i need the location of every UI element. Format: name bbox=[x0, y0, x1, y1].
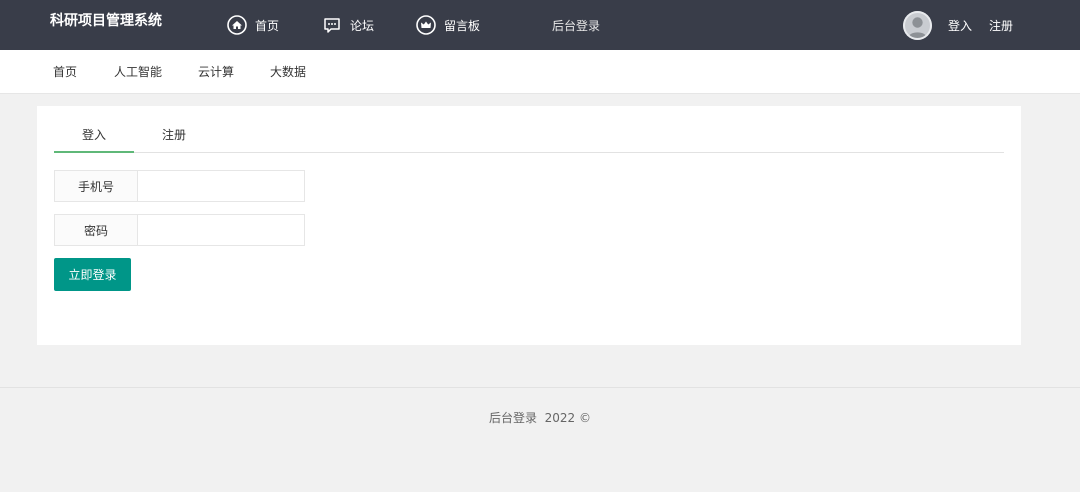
category-ai[interactable]: 人工智能 bbox=[114, 50, 162, 93]
home-icon bbox=[227, 15, 247, 35]
tab-login[interactable]: 登入 bbox=[54, 116, 134, 153]
tab-register[interactable]: 注册 bbox=[134, 116, 214, 152]
top-navbar: 科研项目管理系统 首页 论坛 留言板 后台登录 登入 注册 bbox=[0, 0, 1080, 50]
footer-text: 后台登录 2022 © bbox=[489, 411, 591, 425]
nav-message-board-label: 留言板 bbox=[444, 18, 481, 33]
nav-admin-login[interactable]: 后台登录 bbox=[552, 0, 600, 50]
category-cloud[interactable]: 云计算 bbox=[198, 50, 234, 93]
nav-message-board[interactable]: 留言板 bbox=[416, 0, 480, 50]
password-row: 密码 bbox=[54, 214, 305, 246]
brand-title: 科研项目管理系统 bbox=[50, 13, 162, 29]
phone-input[interactable] bbox=[138, 171, 304, 201]
tab-register-label: 注册 bbox=[161, 127, 186, 142]
category-nav: 首页 人工智能 云计算 大数据 bbox=[0, 50, 1080, 94]
phone-row: 手机号 bbox=[54, 170, 305, 202]
tab-login-label: 登入 bbox=[81, 127, 106, 142]
auth-tabs: 登入 注册 bbox=[54, 116, 1004, 153]
phone-label: 手机号 bbox=[55, 171, 138, 201]
password-label: 密码 bbox=[55, 215, 138, 245]
nav-forum-label: 论坛 bbox=[350, 18, 375, 33]
login-submit-button[interactable]: 立即登录 bbox=[54, 258, 131, 291]
nav-forum[interactable]: 论坛 bbox=[322, 0, 374, 50]
chat-icon bbox=[322, 15, 342, 35]
nav-home-label: 首页 bbox=[255, 18, 280, 33]
avatar-icon[interactable] bbox=[903, 11, 932, 40]
category-home[interactable]: 首页 bbox=[53, 50, 77, 93]
password-input[interactable] bbox=[138, 215, 304, 245]
login-card: 登入 注册 手机号 密码 立即登录 bbox=[37, 106, 1021, 345]
footer-divider bbox=[0, 387, 1080, 388]
crown-icon bbox=[416, 15, 436, 35]
user-login-link[interactable]: 登入 bbox=[948, 0, 972, 50]
nav-home[interactable]: 首页 bbox=[227, 0, 279, 50]
user-register-link[interactable]: 注册 bbox=[989, 0, 1013, 50]
category-bigdata[interactable]: 大数据 bbox=[270, 50, 306, 93]
active-tab-indicator bbox=[54, 151, 134, 153]
